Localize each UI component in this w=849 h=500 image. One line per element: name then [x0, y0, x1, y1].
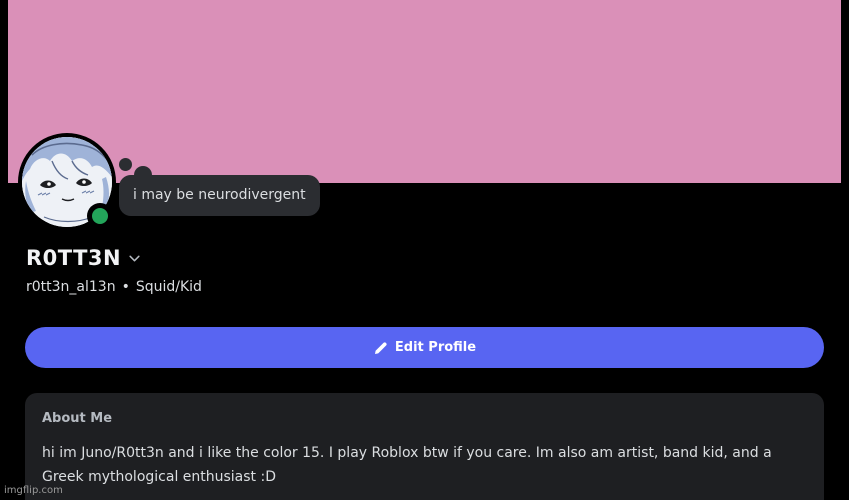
separator-dot: • [121, 279, 130, 295]
profile-page: i may be neurodivergent R0TT3N r0tt3n_al… [0, 0, 849, 500]
edit-profile-button[interactable]: Edit Profile [25, 327, 824, 368]
chevron-down-icon[interactable] [128, 252, 141, 265]
status-indicator [87, 203, 113, 229]
status-bubble-tail-small [119, 158, 132, 171]
online-status-icon [92, 208, 108, 224]
about-me-text: hi im Juno/R0tt3n and i like the color 1… [42, 445, 772, 485]
pronouns: Squid/Kid [135, 279, 202, 295]
profile-banner [8, 0, 841, 183]
about-me-title: About Me [42, 411, 113, 426]
pencil-icon [374, 341, 387, 354]
display-name-row[interactable]: R0TT3N [26, 246, 141, 270]
username: r0tt3n_al13n [26, 279, 116, 295]
custom-status-bubble[interactable]: i may be neurodivergent [119, 175, 320, 216]
display-name: R0TT3N [26, 246, 122, 270]
username-line: r0tt3n_al13n • Squid/Kid [26, 279, 202, 295]
about-me-card: About Me hi im Juno/R0tt3n and i like th… [25, 393, 824, 500]
watermark: imgflip.com [4, 485, 63, 496]
edit-profile-label: Edit Profile [394, 340, 477, 355]
